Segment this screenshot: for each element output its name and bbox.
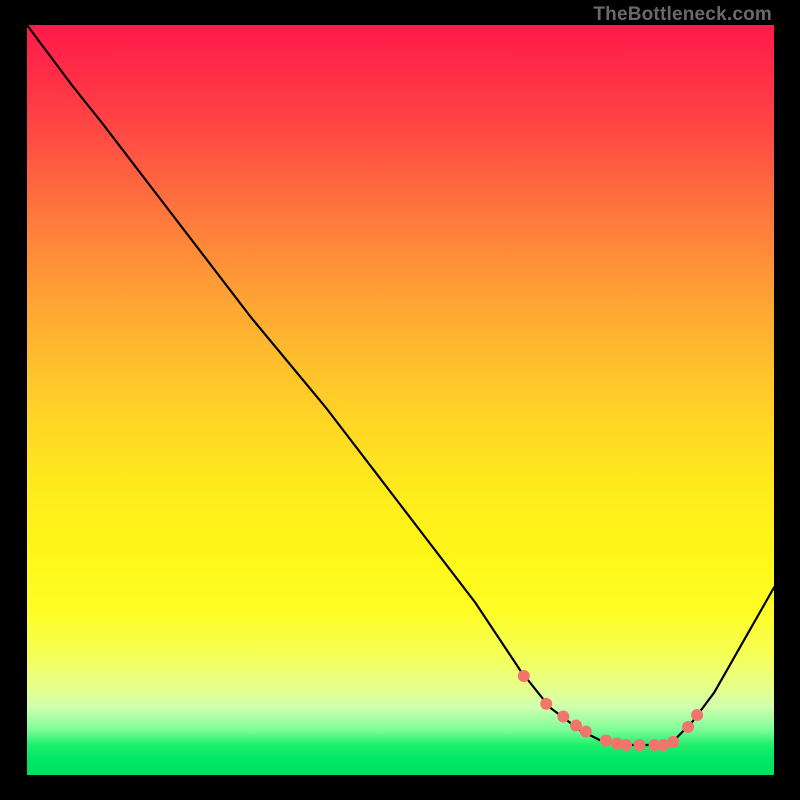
data-point — [580, 726, 591, 737]
data-point — [518, 671, 529, 682]
data-point — [683, 722, 694, 733]
data-point — [571, 720, 582, 731]
curve-line — [27, 25, 774, 745]
data-point — [621, 740, 632, 751]
data-point — [668, 737, 679, 748]
data-point — [692, 710, 703, 721]
chart-svg — [27, 25, 774, 775]
data-point — [558, 711, 569, 722]
data-point — [634, 740, 645, 751]
data-point — [541, 698, 552, 709]
data-point — [658, 740, 669, 751]
data-points-group — [518, 671, 702, 751]
watermark-text: TheBottleneck.com — [593, 4, 772, 26]
chart-frame: TheBottleneck.com — [0, 0, 800, 800]
data-point — [600, 735, 611, 746]
